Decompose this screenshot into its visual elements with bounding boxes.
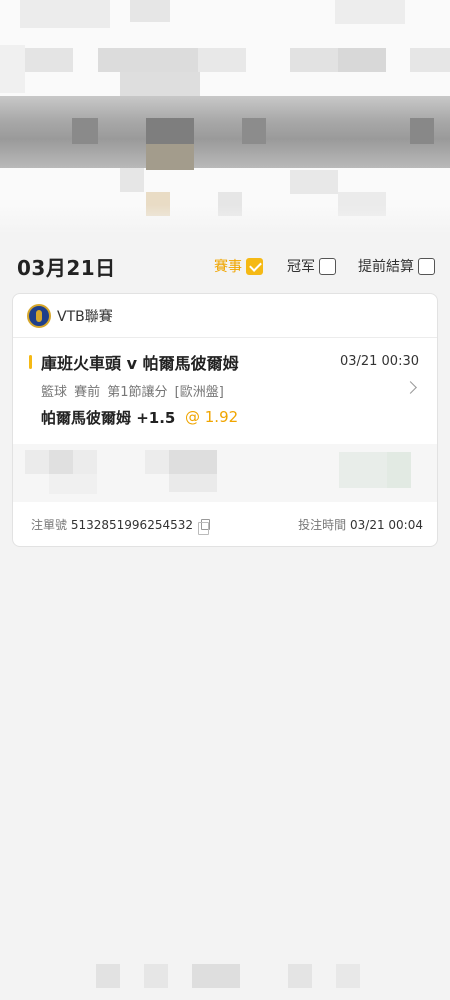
bet-time-label: 投注時間 (298, 518, 347, 532)
checkbox-checked-icon[interactable] (246, 257, 263, 275)
league-name: VTB聯賽 (57, 309, 113, 325)
obscured-header (0, 0, 450, 232)
bet-time: 03/21 00:04 (350, 518, 423, 532)
filter-matches[interactable]: 賽事 (214, 256, 263, 276)
bet-odds: @ 1.92 (185, 408, 239, 426)
match-meta: 籃球 賽前 第1節讓分 [歐洲盤] (41, 385, 224, 400)
bet-time-group: 投注時間 03/21 00:04 (298, 516, 423, 533)
filter-bar: 03月21日 賽事 冠军 提前結算 (0, 246, 450, 286)
bet-card[interactable]: VTB聯賽 庫班火車頭 v 帕爾馬彼爾姆 03/21 00:30 籃球 賽前 第… (12, 293, 438, 547)
copy-icon[interactable] (197, 519, 210, 535)
match-time: 03/21 00:30 (339, 354, 419, 369)
filter-matches-label: 賽事 (214, 259, 242, 275)
chevron-right-icon[interactable] (404, 381, 417, 394)
bet-history-page: 03月21日 賽事 冠军 提前結算 VTB聯賽 庫班火車頭 v 帕爾馬彼爾姆 0… (0, 0, 450, 1000)
divider (13, 337, 437, 338)
date-label: 03月21日 (17, 256, 116, 280)
order-number: 5132851996254532 (70, 518, 193, 532)
checkbox-icon[interactable] (418, 257, 435, 275)
filter-early-settle-label: 提前結算 (358, 259, 414, 275)
order-number-label: 注單號 (31, 518, 68, 532)
filter-early-settle[interactable]: 提前結算 (358, 256, 435, 276)
filter-champion[interactable]: 冠军 (287, 256, 336, 276)
accent-bar (29, 355, 32, 369)
checkbox-icon[interactable] (319, 257, 336, 275)
match-title: 庫班火車頭 v 帕爾馬彼爾姆 (41, 354, 239, 373)
obscured-content (13, 444, 437, 502)
vtb-league-logo-icon (27, 304, 51, 328)
league-header: VTB聯賽 (27, 304, 113, 328)
filter-champion-label: 冠军 (287, 259, 315, 275)
obscured-footer (0, 960, 450, 1000)
bet-selection: 帕爾馬彼爾姆 +1.5 (41, 409, 176, 427)
bet-footer: 注單號 5132851996254532 投注時間 03/21 00:04 (31, 516, 423, 535)
